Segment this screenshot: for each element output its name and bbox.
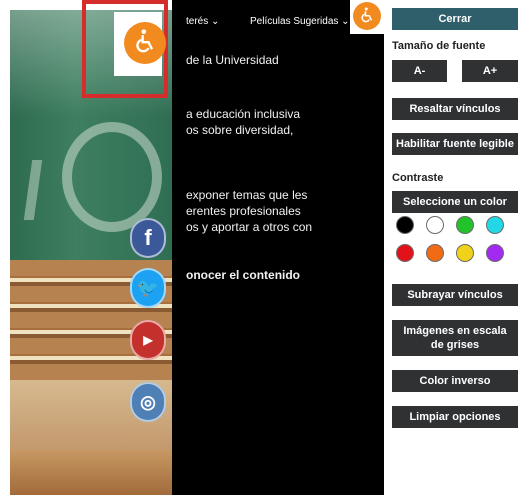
color-swatch[interactable]	[426, 216, 444, 234]
close-button[interactable]: Cerrar	[392, 8, 518, 30]
body-text: exponer temas que les	[186, 188, 308, 202]
body-text: de la Universidad	[186, 53, 279, 67]
wheelchair-icon	[131, 27, 159, 60]
underline-links-button[interactable]: Subrayar vínculos	[392, 284, 518, 306]
increase-font-button[interactable]: A+	[462, 60, 518, 82]
color-swatch[interactable]	[396, 244, 414, 262]
chalk-mark	[23, 160, 83, 220]
twitter-icon[interactable]: 🐦	[130, 268, 166, 308]
content-panel: terés ⌄ Películas Sugeridas ⌄ de la Univ…	[172, 0, 384, 495]
decrease-font-button[interactable]: A-	[392, 60, 447, 82]
body-text: os sobre diversidad,	[186, 123, 294, 137]
books-stack	[10, 450, 173, 495]
nav-menu-item[interactable]: terés ⌄	[186, 16, 219, 27]
color-swatch[interactable]	[486, 216, 504, 234]
select-color-button[interactable]: Seleccione un color	[392, 191, 518, 213]
contrast-label: Contraste	[392, 172, 444, 184]
youtube-icon[interactable]: ▶	[130, 320, 166, 360]
body-text: os y aportar a otros con	[186, 220, 313, 234]
color-swatch[interactable]	[396, 216, 414, 234]
body-text: erentes profesionales	[186, 204, 301, 218]
clear-options-button[interactable]: Limpiar opciones	[392, 406, 518, 428]
color-swatch[interactable]	[456, 244, 474, 262]
instagram-icon[interactable]: ◎	[130, 382, 166, 422]
accessibility-button[interactable]	[353, 2, 381, 30]
inverse-color-button[interactable]: Color inverso	[392, 370, 518, 392]
read-more-link[interactable]: onocer el contenido	[186, 267, 300, 283]
accessibility-panel: Cerrar Tamaño de fuente A- A+ Resaltar v…	[384, 0, 518, 495]
color-swatch[interactable]	[456, 216, 474, 234]
nav-menu-item[interactable]: Películas Sugeridas ⌄	[250, 16, 350, 27]
highlight-links-button[interactable]: Resaltar vínculos	[392, 98, 518, 120]
color-swatch[interactable]	[486, 244, 504, 262]
facebook-icon[interactable]: f	[130, 218, 166, 258]
font-size-label: Tamaño de fuente	[392, 40, 486, 52]
readable-font-button[interactable]: Habilitar fuente legible	[392, 133, 518, 155]
top-nav: terés ⌄ Películas Sugeridas ⌄	[172, 0, 384, 34]
color-swatch[interactable]	[426, 244, 444, 262]
wheelchair-icon	[358, 6, 376, 27]
accessibility-button[interactable]	[124, 22, 166, 64]
grayscale-images-button[interactable]: Imágenes en escala de grises	[392, 320, 518, 356]
body-text: a educación inclusiva	[186, 107, 301, 121]
